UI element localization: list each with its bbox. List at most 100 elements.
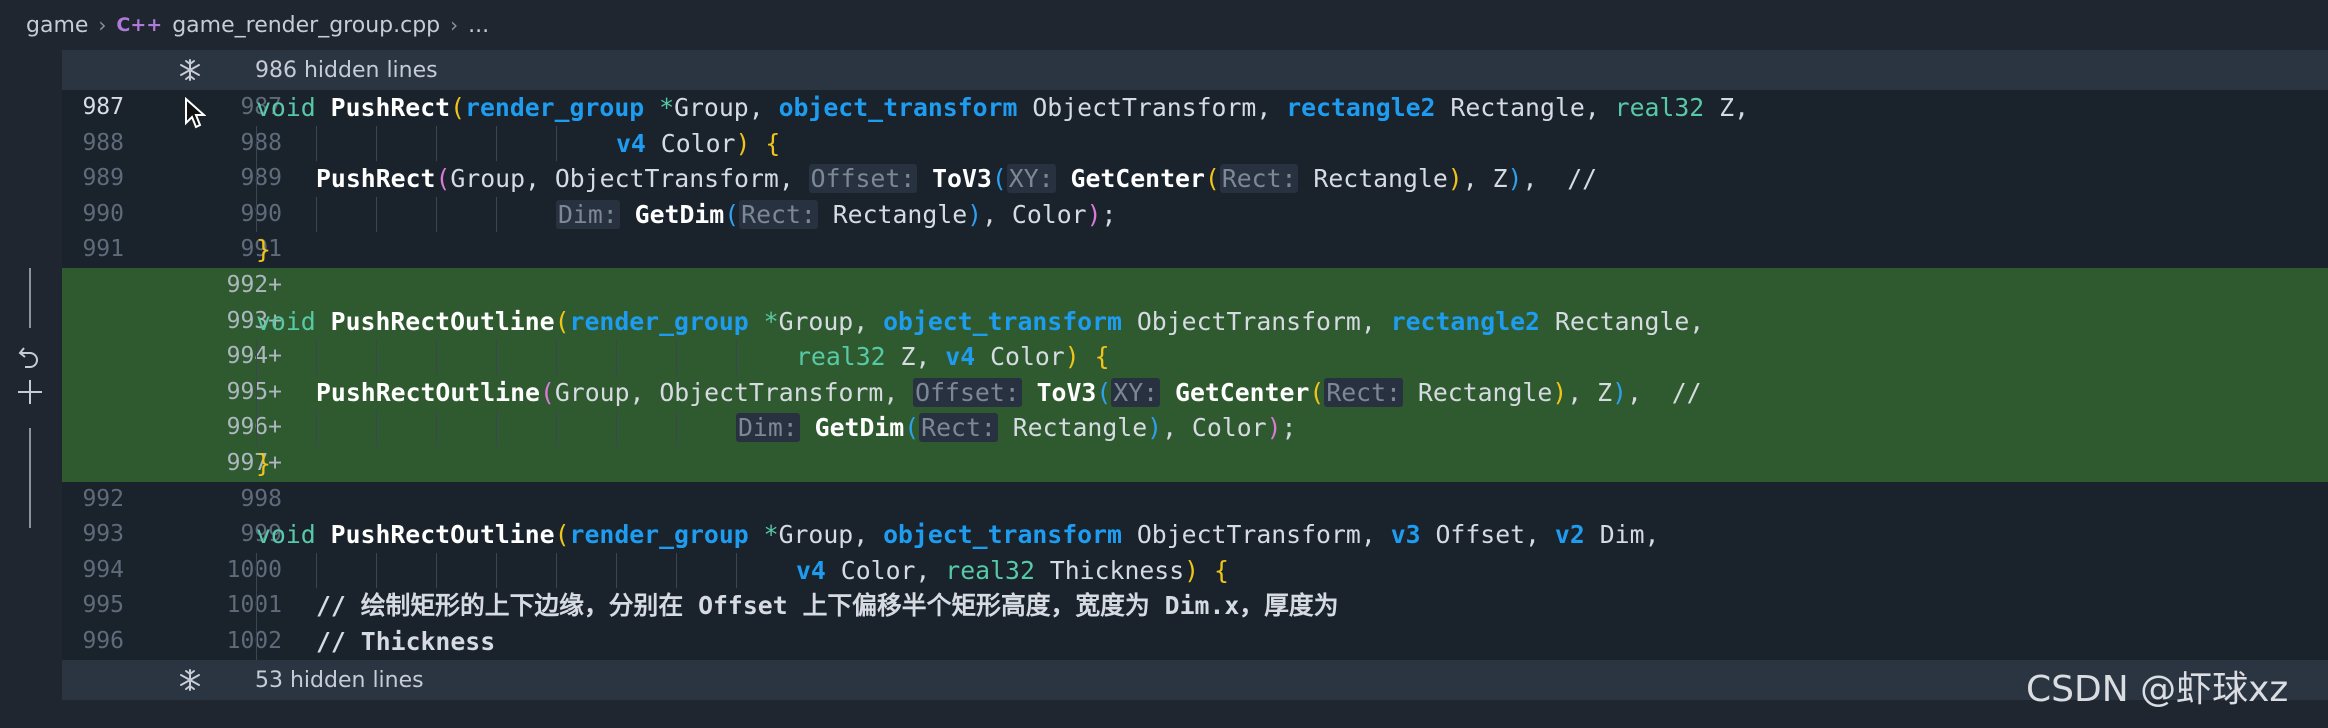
code-token: ) [1552,377,1568,407]
code-token: GetDim [634,199,725,229]
indent-guide [436,125,437,162]
code-token: ) [1266,413,1282,443]
code-token: Color [975,342,1065,372]
code-token: Z, [885,342,946,372]
indent-guide [676,339,677,375]
indent-guide [556,125,557,162]
indent-guide [556,552,557,589]
indent-guide [496,339,497,375]
indent-guide [736,552,737,589]
code-token: , Z [1567,377,1613,407]
code-text: void PushRectOutline(render_group *Group… [256,517,1659,553]
code-token: ) [1612,377,1627,407]
modified-line-number: 998 [240,485,282,512]
indent-guide [256,410,257,446]
code-token: , Color [982,199,1087,229]
modified-line-number: 996+ [226,414,282,441]
code-token: Color, [825,555,946,585]
code-line[interactable]: 990 990 Dim: GetDim(Rect: Rectangle), Colo… [62,196,2328,233]
code-token: render_group [465,93,645,122]
added-code-line[interactable]: 997+} [62,446,2328,482]
original-line-number: 992 [82,485,124,512]
code-token: , Z [1462,164,1508,194]
code-token: ( [554,306,570,336]
indent-guide [616,410,617,446]
indent-guide [256,374,257,411]
code-line[interactable]: 992 998 [62,482,2328,518]
code-token: , // [1522,164,1598,194]
code-token: * [763,306,779,336]
code-token: { [765,128,781,158]
mouse-pointer-icon [184,96,207,133]
original-line-number: 996 [82,628,124,654]
code-token: * [659,93,675,122]
added-code-line[interactable]: 995+ PushRectOutline(Group, ObjectTransfo… [62,374,2328,411]
added-code-line[interactable]: 996+ Dim: GetDim(Rect: Rectangle), Color)… [62,410,2328,446]
code-token: ( [904,413,920,443]
code-line[interactable]: 989 989 PushRect(Group, ObjectTransform, O… [62,161,2328,197]
indent-guide [436,339,437,375]
indent-guide [616,339,617,375]
added-code-line[interactable]: 992+ [62,268,2328,304]
added-code-line[interactable]: 993+ void PushRectOutline(render_group *G… [62,304,2328,340]
code-token: PushRectOutline [330,306,555,336]
modified-line-number: 1000 [226,556,282,583]
indent-guide [436,552,437,589]
indent-guide [496,125,497,162]
code-token: Rectangle [817,199,968,229]
code-line[interactable]: 991 991} [62,232,2328,268]
code-token: PushRectOutline [330,520,555,550]
code-token: ; [1101,199,1117,229]
code-line[interactable]: 995 1001 // 绘制矩形的上下边缘，分别在 Offset 上下偏移半个矩形高… [62,588,2328,624]
code-token: , // [1626,377,1702,407]
indent-guide [256,339,257,375]
code-token: ObjectTransform, [1017,93,1287,122]
hidden-lines-label: 986 hidden lines [255,57,438,83]
code-token: ) [1507,164,1523,194]
code-line[interactable]: 993 999 void PushRectOutline(render_group … [62,517,2328,553]
code-token: ( [1309,377,1325,407]
chevron-right-icon: › [450,13,459,37]
breadcrumb-symbol[interactable]: ... [468,13,489,38]
code-text: Dim: GetDim(Rect: Rectangle), Color); [556,197,1116,233]
revert-change-icon[interactable] [15,340,45,372]
code-text: real32 Z, v4 Color) { [796,339,1110,375]
indent-guide [496,552,497,589]
code-token: void [256,306,316,336]
code-token: ( [1096,377,1112,407]
unfold-icon[interactable] [174,660,206,700]
original-line-number: 995 [82,592,124,619]
stage-change-icon[interactable] [15,376,45,408]
indent-guide [676,552,677,589]
breadcrumb-folder[interactable]: game [26,13,88,38]
indent-guide [316,410,317,446]
indent-guide [436,410,437,446]
hidden-lines-bar-top[interactable]: 986 hidden lines [62,50,2328,90]
inlay-hint: Rect: [739,199,818,229]
hidden-lines-bar-bottom[interactable]: 53 hidden lines [62,660,2328,700]
code-token: ) [1147,413,1163,443]
breadcrumb-file[interactable]: game_render_group.cpp [172,13,440,38]
code-token: object_transform [883,520,1122,550]
code-line[interactable]: 994 1000 v4 Color, real32 Thickness) { [62,552,2328,589]
code-token: v2 [1554,520,1585,550]
added-code-line[interactable]: 994+ real32 Z, v4 Color) { [62,339,2328,375]
unfold-icon[interactable] [174,50,206,90]
code-line[interactable]: 996 1002 // Thickness [62,624,2328,660]
code-token: Group, ObjectTransform, [554,377,914,407]
watermark: CSDN @虾球xz [2026,669,2289,710]
code-token: Group, [674,93,779,122]
indent-guide [316,125,317,162]
indent-guide [256,161,257,197]
code-token: Rectangle [1402,377,1553,407]
diff-editor[interactable]: 986 hidden lines 987 987 void PushRect(ren… [0,50,2328,728]
code-line[interactable]: 988 988 v4 Color) { [62,125,2328,162]
code-token: object_transform [883,306,1122,336]
indent-guide [376,552,377,589]
code-line[interactable]: 987 987 void PushRect(render_group *Group,… [62,90,2328,126]
